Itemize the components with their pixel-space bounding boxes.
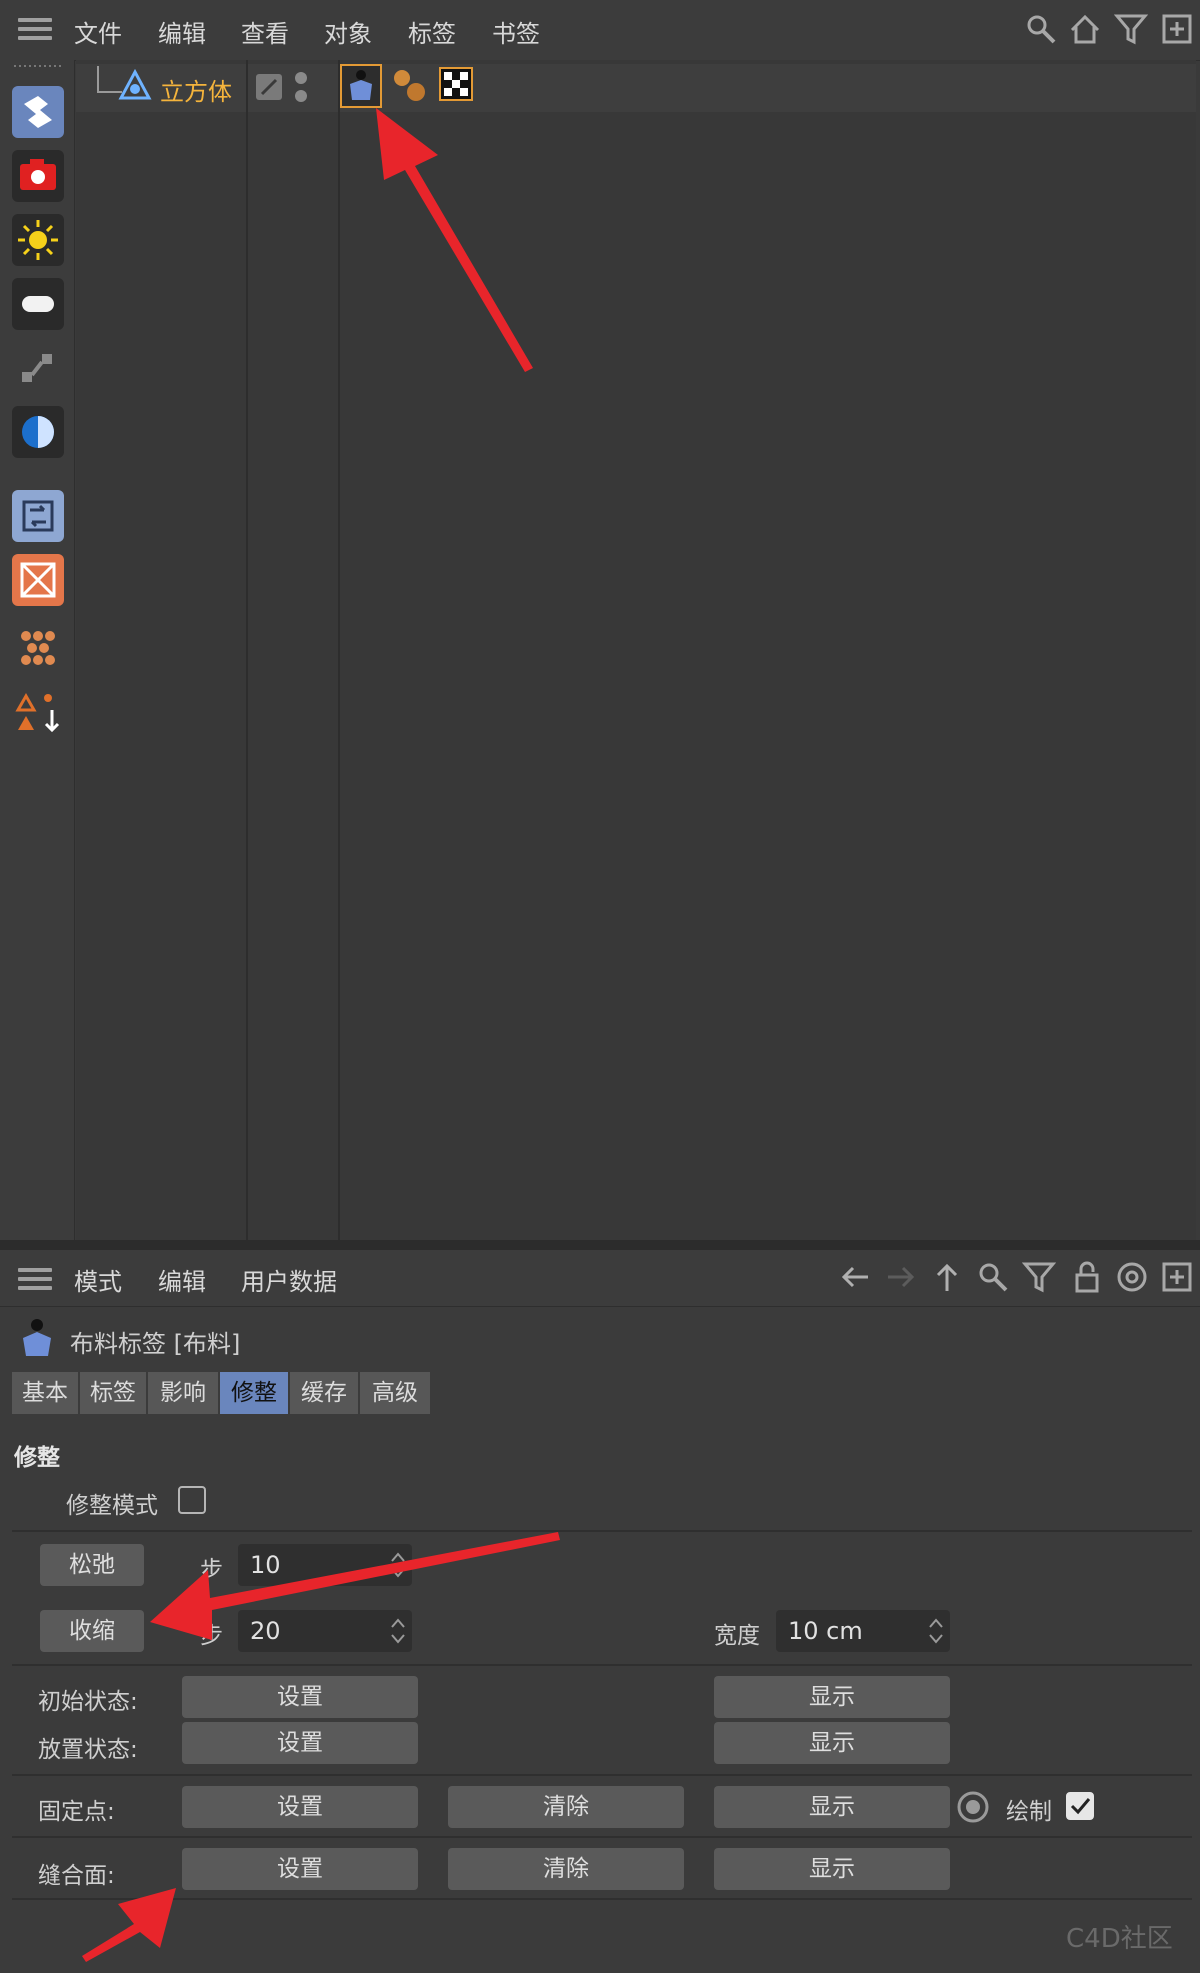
sky-icon[interactable] [12, 278, 64, 330]
panel-divider[interactable] [0, 1240, 1200, 1250]
material-tag-icon[interactable] [390, 66, 430, 106]
hair-icon[interactable] [12, 686, 64, 738]
fix-points-show-button[interactable]: 显示 [714, 1786, 950, 1828]
home-icon[interactable] [1068, 12, 1102, 46]
tab-cache[interactable]: 缓存 [290, 1372, 358, 1414]
cloth-tag-icon[interactable] [340, 64, 382, 108]
menu-edit[interactable]: 编辑 [158, 14, 206, 49]
edit-visibility-icon[interactable] [254, 72, 284, 102]
menu-view[interactable]: 查看 [241, 14, 289, 49]
separator [12, 1898, 1192, 1900]
lock-icon[interactable] [1070, 1260, 1104, 1294]
light-icon[interactable] [12, 214, 64, 266]
menu-hamburger-icon[interactable] [18, 16, 52, 42]
watermark: C4D社区 [1066, 1924, 1173, 1954]
check-icon [1070, 1798, 1091, 1815]
object-list[interactable] [76, 60, 1196, 1240]
menu-mode[interactable]: 模式 [74, 1262, 122, 1297]
cloth-tag-icon [23, 1319, 51, 1356]
separator [12, 1530, 1192, 1532]
attribute-manager-menubar: 模式 编辑 用户数据 [0, 1250, 1200, 1307]
separator [12, 1774, 1192, 1776]
object-manager-menubar: 文件 编辑 查看 对象 标签 书签 [0, 0, 1200, 61]
relax-steps-field[interactable]: 10 [238, 1544, 412, 1586]
relax-steps-label: 步 [200, 1557, 223, 1583]
background-icon[interactable] [12, 406, 64, 458]
menu-tags[interactable]: 标签 [408, 14, 456, 49]
dynamics-icon[interactable] [12, 490, 64, 542]
menu-objects[interactable]: 对象 [324, 14, 372, 49]
visibility-dots-icon[interactable] [292, 70, 310, 104]
menu-user-data[interactable]: 用户数据 [241, 1262, 337, 1297]
target-icon[interactable] [1115, 1260, 1149, 1294]
dress-mode-label: 修整模式 [66, 1493, 158, 1519]
seam-polys-set-button[interactable]: 设置 [182, 1848, 418, 1890]
fix-points-set-button[interactable]: 设置 [182, 1786, 418, 1828]
width-field[interactable]: 10 cm [776, 1610, 950, 1652]
fix-points-label: 固定点: [38, 1799, 115, 1825]
tab-tag[interactable]: 标签 [80, 1372, 146, 1414]
relax-button[interactable]: 松弛 [40, 1544, 144, 1586]
search-icon[interactable] [976, 1260, 1010, 1294]
filter-icon[interactable] [1114, 12, 1148, 46]
spline-icon[interactable] [12, 342, 64, 394]
menu-hamburger-icon[interactable] [18, 1266, 52, 1292]
init-state-show-button[interactable]: 显示 [714, 1676, 950, 1718]
mograph-icon[interactable] [12, 622, 64, 674]
arrow-up-icon[interactable] [930, 1260, 964, 1294]
seam-polys-clear-button[interactable]: 清除 [448, 1848, 684, 1890]
stepper-icon[interactable] [390, 1548, 406, 1582]
deformer-icon[interactable] [12, 554, 64, 606]
width-label: 宽度 [714, 1623, 760, 1649]
tab-influence[interactable]: 影响 [148, 1372, 218, 1414]
column-divider [338, 60, 340, 1240]
separator [12, 1836, 1192, 1838]
radio-icon[interactable] [956, 1790, 990, 1824]
init-state-label: 初始状态: [38, 1689, 138, 1715]
separator [12, 1664, 1192, 1666]
stepper-icon[interactable] [928, 1614, 944, 1648]
shrink-steps-value: 20 [250, 1617, 281, 1645]
tab-dresser[interactable]: 修整 [220, 1372, 288, 1414]
stepper-icon[interactable] [390, 1614, 406, 1648]
object-row-cube[interactable] [76, 64, 1196, 112]
menu-edit[interactable]: 编辑 [158, 1262, 206, 1297]
dress-state-show-button[interactable]: 显示 [714, 1722, 950, 1764]
shrink-steps-label: 步 [200, 1623, 223, 1649]
filter-icon[interactable] [1022, 1260, 1056, 1294]
init-state-set-button[interactable]: 设置 [182, 1676, 418, 1718]
fix-points-clear-button[interactable]: 清除 [448, 1786, 684, 1828]
cloth-simulation-icon[interactable] [12, 86, 64, 138]
menu-file[interactable]: 文件 [74, 14, 122, 49]
arrow-left-icon[interactable] [838, 1260, 872, 1294]
object-name[interactable]: 立方体 [160, 72, 232, 107]
menu-bookmarks[interactable]: 书签 [492, 14, 540, 49]
relax-steps-value: 10 [250, 1551, 281, 1579]
tab-expert[interactable]: 高级 [360, 1372, 430, 1414]
draw-checkbox[interactable] [1066, 1792, 1094, 1820]
search-icon[interactable] [1024, 12, 1058, 46]
dress-state-label: 放置状态: [38, 1737, 138, 1763]
section-title: 修整 [14, 1445, 60, 1471]
object-manager-toolbar [0, 60, 75, 1240]
new-window-icon[interactable] [1160, 1260, 1194, 1294]
width-value: 10 cm [788, 1617, 863, 1645]
column-divider [246, 60, 248, 1240]
seam-polys-show-button[interactable]: 显示 [714, 1848, 950, 1890]
dress-state-set-button[interactable]: 设置 [182, 1722, 418, 1764]
dress-mode-checkbox[interactable] [178, 1486, 206, 1514]
shrink-steps-field[interactable]: 20 [238, 1610, 412, 1652]
camera-icon[interactable] [12, 150, 64, 202]
arrow-right-icon[interactable] [884, 1260, 918, 1294]
seam-polys-label: 缝合面: [38, 1863, 115, 1889]
checker-tag-icon[interactable] [438, 66, 474, 102]
shrink-button[interactable]: 收缩 [40, 1610, 144, 1652]
new-window-icon[interactable] [1160, 12, 1194, 46]
attribute-title: 布料标签 [布料] [70, 1330, 241, 1358]
cube-object-icon [118, 68, 152, 100]
tab-basic[interactable]: 基本 [12, 1372, 78, 1414]
draw-label: 绘制 [1006, 1799, 1052, 1825]
toolbar-grip-icon [14, 65, 62, 67]
